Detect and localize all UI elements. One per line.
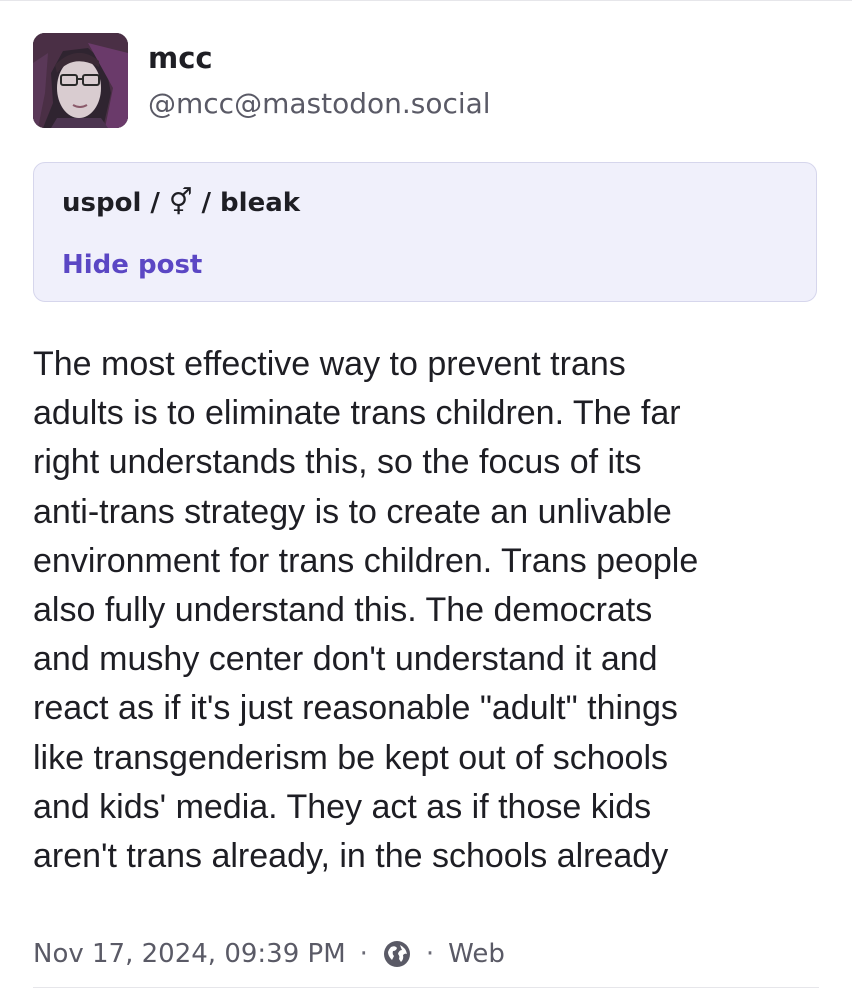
post-line: right understands this, so the focus of … [33,443,642,482]
display-name[interactable]: mcc [148,40,213,76]
globe-icon [382,939,412,969]
post-line: The most effective way to prevent trans [33,345,626,383]
hide-post-button[interactable]: Hide post [62,247,202,283]
post-application: Web [448,939,505,969]
account-handle[interactable]: @mcc@mastodon.social [148,86,491,122]
post-timestamp[interactable]: Nov 17, 2024, 09:39 PM [33,939,346,969]
post-content: The most effective way to prevent trans … [33,340,823,881]
post-line: react as if it's just reasonable "adult"… [33,689,678,728]
content-warning-text: uspol / ⚥ / bleak [62,188,301,218]
avatar-image [33,33,128,128]
content-warning-box: uspol / ⚥ / bleak Hide post [33,162,817,302]
avatar[interactable] [33,33,128,128]
post-line: aren't trans already, in the schools alr… [33,837,669,876]
post-line: and mushy center don't understand it and [33,640,658,679]
post-line: anti-trans strategy is to create an unli… [33,492,672,531]
meta-separator: · [359,939,368,969]
bottom-divider [33,987,819,988]
top-divider [0,0,852,1]
post-line: like transgenderism be kept out of schoo… [33,738,669,777]
meta-separator: · [425,939,435,969]
post-line: also fully understand this. The democrat… [33,591,653,630]
post-line: adults is to eliminate trans children. T… [33,394,681,433]
post-line: and kids' media. They act as if those ki… [33,787,652,826]
post-line: environment for trans children. Trans pe… [33,541,699,580]
post-meta: Nov 17, 2024, 09:39 PM · · Web [33,934,505,974]
